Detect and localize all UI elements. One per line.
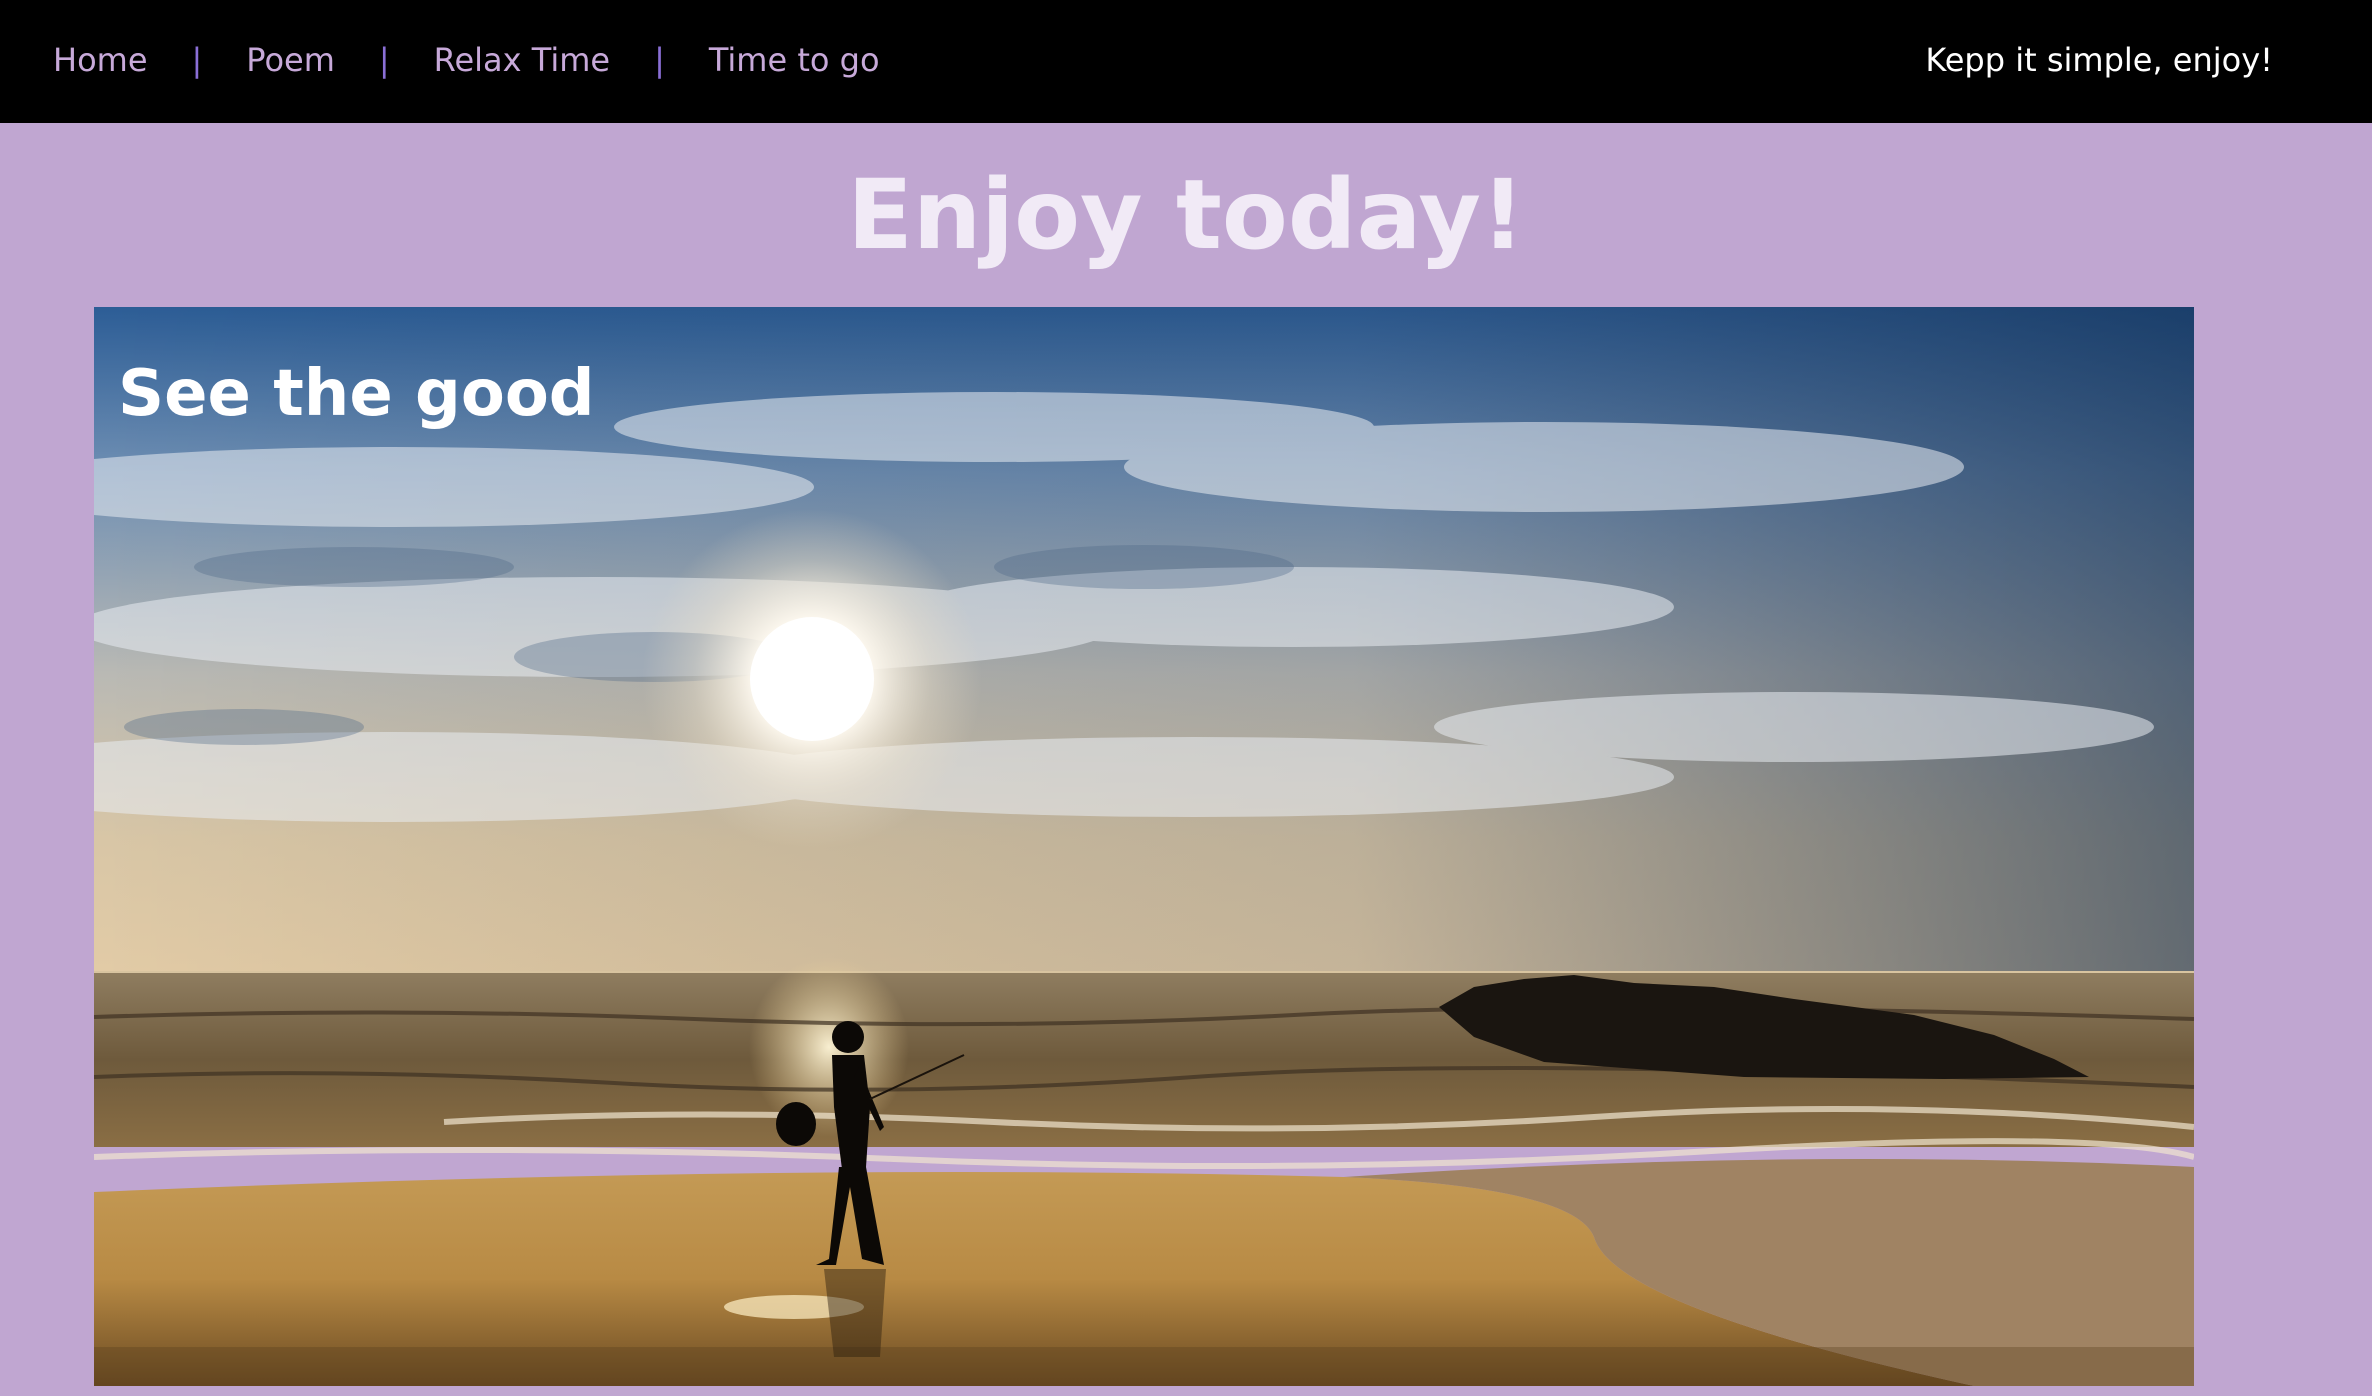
nav-link-time-to-go[interactable]: Time to go [709,41,880,79]
hero-caption: See the good [118,357,595,431]
nav-link-relax-time[interactable]: Relax Time [434,41,610,79]
nav-link-poem[interactable]: Poem [246,41,335,79]
nav-separator: | [378,41,390,79]
nav-links: Home | Poem | Relax Time | Time to go [53,0,880,120]
beach-sunset-photo [94,307,2194,1386]
nav-link-home[interactable]: Home [53,41,148,79]
page-title: Enjoy today! [847,159,1525,271]
nav-separator: | [191,41,203,79]
top-navigation: Home | Poem | Relax Time | Time to go Ke… [0,0,2372,123]
tagline: Kepp it simple, enjoy! [1925,41,2273,79]
nav-separator: | [654,41,665,79]
hero-image: See the good [94,307,2194,1386]
